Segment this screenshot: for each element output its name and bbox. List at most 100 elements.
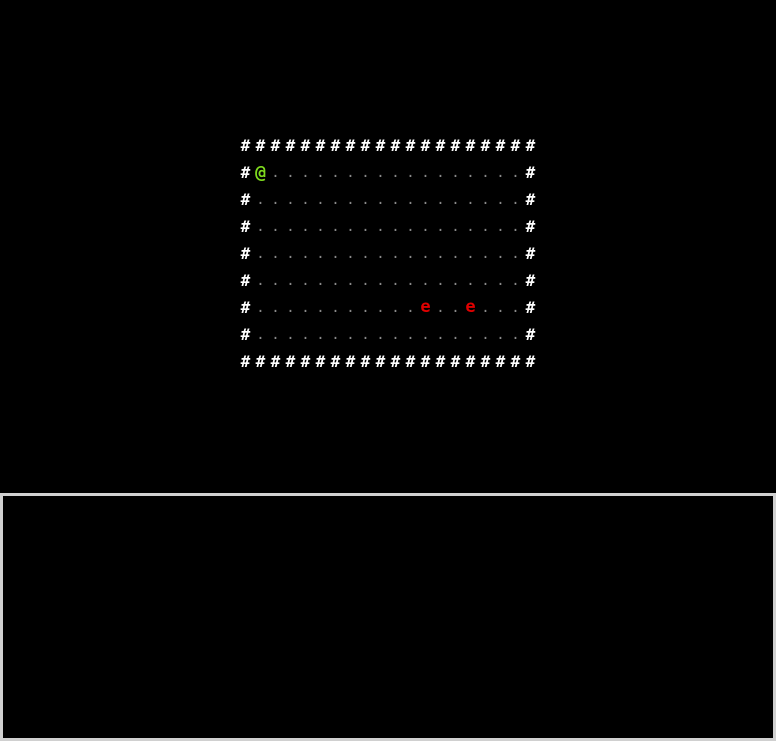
floor-tile: .: [346, 299, 355, 316]
floor-tile: .: [361, 272, 370, 289]
floor-tile: .: [301, 164, 310, 181]
message-log-panel: [0, 493, 776, 741]
wall-tile: #: [525, 270, 536, 290]
floor-tile: .: [466, 191, 475, 208]
floor-tile: .: [436, 245, 445, 262]
wall-tile: #: [270, 135, 281, 155]
floor-tile: .: [331, 218, 340, 235]
floor-tile: .: [511, 164, 520, 181]
floor-tile: .: [421, 218, 430, 235]
wall-tile: #: [315, 135, 326, 155]
wall-tile: #: [435, 351, 446, 371]
enemy-monster: e: [465, 297, 476, 317]
wall-tile: #: [360, 351, 371, 371]
floor-tile: .: [331, 326, 340, 343]
floor-tile: .: [406, 191, 415, 208]
floor-tile: .: [481, 272, 490, 289]
wall-tile: #: [270, 351, 281, 371]
floor-tile: .: [496, 299, 505, 316]
floor-tile: .: [361, 191, 370, 208]
floor-tile: .: [481, 218, 490, 235]
wall-tile: #: [450, 135, 461, 155]
wall-tile: #: [450, 351, 461, 371]
wall-tile: #: [330, 351, 341, 371]
floor-tile: .: [271, 164, 280, 181]
floor-tile: .: [481, 326, 490, 343]
floor-tile: .: [421, 191, 430, 208]
floor-tile: .: [376, 218, 385, 235]
floor-tile: .: [466, 218, 475, 235]
wall-tile: #: [525, 216, 536, 236]
floor-tile: .: [466, 326, 475, 343]
floor-tile: .: [331, 164, 340, 181]
floor-tile: .: [286, 326, 295, 343]
wall-tile: #: [375, 135, 386, 155]
floor-tile: .: [331, 272, 340, 289]
wall-tile: #: [495, 351, 506, 371]
floor-tile: .: [286, 218, 295, 235]
floor-tile: .: [481, 164, 490, 181]
floor-tile: .: [511, 191, 520, 208]
wall-tile: #: [240, 324, 251, 344]
floor-tile: .: [361, 326, 370, 343]
wall-tile: #: [315, 351, 326, 371]
floor-tile: .: [271, 245, 280, 262]
floor-tile: .: [301, 191, 310, 208]
wall-tile: #: [510, 351, 521, 371]
wall-tile: #: [330, 135, 341, 155]
wall-tile: #: [300, 351, 311, 371]
wall-tile: #: [525, 243, 536, 263]
floor-tile: .: [361, 245, 370, 262]
wall-tile: #: [240, 162, 251, 182]
floor-tile: .: [361, 164, 370, 181]
floor-tile: .: [376, 191, 385, 208]
floor-tile: .: [376, 245, 385, 262]
floor-tile: .: [376, 164, 385, 181]
wall-tile: #: [435, 135, 446, 155]
dungeon-map: # # # # # # # # # # # # # # # # # # # # # @................. #…: [238, 132, 538, 375]
floor-tile: .: [286, 245, 295, 262]
floor-tile: .: [391, 326, 400, 343]
wall-tile: #: [240, 270, 251, 290]
floor-tile: .: [406, 218, 415, 235]
floor-tile: .: [286, 299, 295, 316]
floor-tile: .: [406, 299, 415, 316]
floor-tile: .: [451, 299, 460, 316]
floor-tile: .: [481, 191, 490, 208]
wall-tile: #: [345, 135, 356, 155]
wall-tile: #: [240, 135, 251, 155]
floor-tile: .: [271, 218, 280, 235]
wall-tile: #: [360, 135, 371, 155]
floor-tile: .: [496, 245, 505, 262]
floor-tile: .: [286, 164, 295, 181]
wall-tile: #: [285, 351, 296, 371]
wall-tile: #: [525, 351, 536, 371]
floor-tile: .: [256, 218, 265, 235]
floor-tile: .: [436, 299, 445, 316]
wall-tile: #: [345, 351, 356, 371]
floor-tile: .: [316, 326, 325, 343]
wall-tile: #: [240, 243, 251, 263]
floor-tile: .: [391, 272, 400, 289]
floor-tile: .: [436, 326, 445, 343]
floor-tile: .: [271, 272, 280, 289]
floor-tile: .: [496, 191, 505, 208]
floor-tile: .: [376, 272, 385, 289]
floor-tile: .: [391, 299, 400, 316]
wall-tile: #: [525, 297, 536, 317]
wall-tile: #: [300, 135, 311, 155]
wall-tile: #: [510, 135, 521, 155]
wall-tile: #: [420, 135, 431, 155]
floor-tile: .: [301, 299, 310, 316]
wall-tile: #: [390, 351, 401, 371]
wall-tile: #: [525, 324, 536, 344]
floor-tile: .: [256, 326, 265, 343]
floor-tile: .: [271, 299, 280, 316]
floor-tile: .: [421, 245, 430, 262]
floor-tile: .: [481, 299, 490, 316]
floor-tile: .: [391, 245, 400, 262]
floor-tile: .: [466, 272, 475, 289]
floor-tile: .: [466, 164, 475, 181]
floor-tile: .: [451, 326, 460, 343]
wall-tile: #: [255, 135, 266, 155]
